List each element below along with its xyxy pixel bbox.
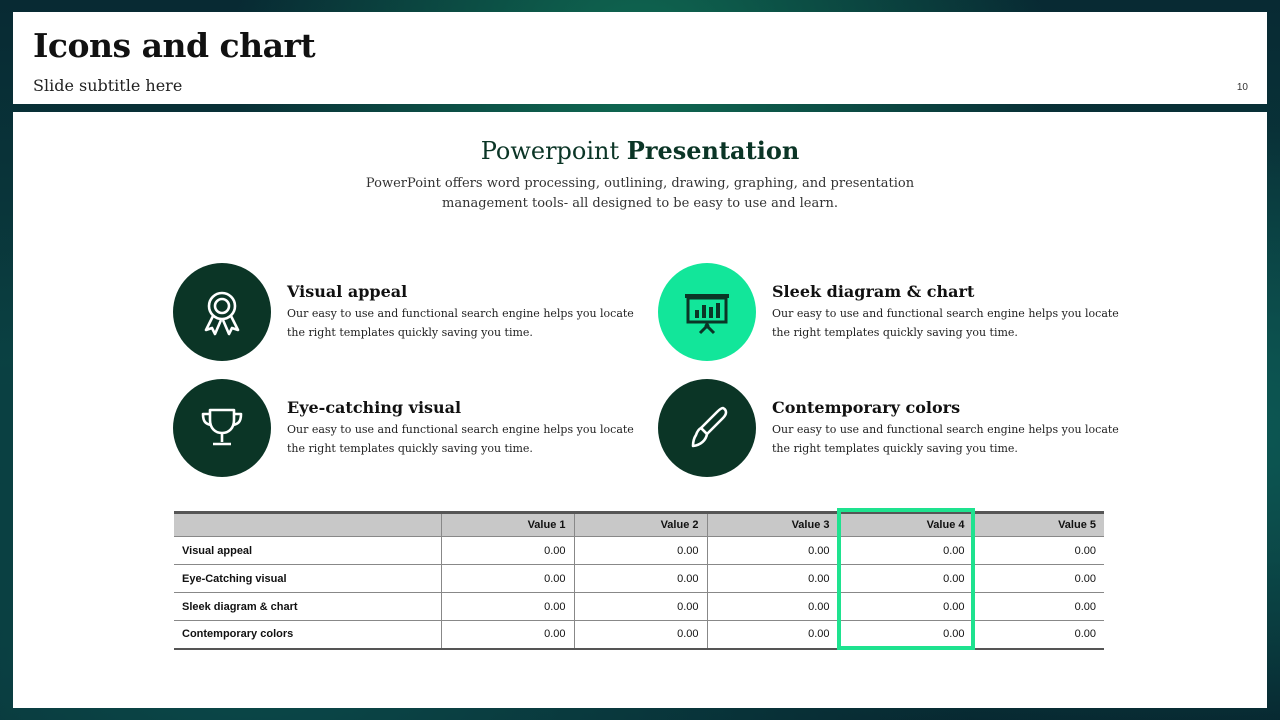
slide-content: Powerpoint Presentation PowerPoint offer…	[13, 112, 1267, 708]
feature-title: Sleek diagram & chart	[772, 282, 975, 301]
feature-title: Eye-catching visual	[287, 398, 462, 417]
table-header-cell: Value 2	[573, 512, 707, 537]
table-header-cell	[174, 512, 441, 537]
table-cell: 0.00	[440, 564, 574, 593]
table-cell: 0.00	[573, 564, 707, 593]
content-title-regular: Powerpoint	[480, 137, 620, 165]
slide-subtitle: Slide subtitle here	[33, 76, 183, 95]
table-cell: 0.00	[573, 592, 707, 621]
paintbrush-icon	[658, 379, 756, 477]
row-label: Eye-Catching visual	[174, 564, 441, 593]
row-label: Visual appeal	[174, 536, 441, 565]
feature-visual-appeal: Visual appeal Our easy to use and functi…	[173, 263, 653, 361]
page-number: 10	[1236, 82, 1248, 93]
table-cell: 0.00	[706, 536, 838, 565]
table-header-cell: Value 5	[972, 512, 1104, 537]
intro-text: PowerPoint offers word processing, outli…	[365, 176, 915, 211]
table-cell: 0.00	[972, 564, 1104, 593]
row-label: Contemporary colors	[174, 620, 441, 649]
table-cell: 0.00	[440, 620, 574, 649]
table-header-cell: Value 3	[706, 512, 838, 537]
value4-column-highlight	[837, 508, 975, 650]
table-cell: 0.00	[440, 592, 574, 621]
slide-title: Icons and chart	[33, 26, 316, 65]
feature-eye-catching: Eye-catching visual Our easy to use and …	[173, 379, 653, 477]
presentation-chart-icon	[658, 263, 756, 361]
feature-description: Our easy to use and functional search en…	[287, 307, 634, 339]
trophy-icon	[173, 379, 271, 477]
table-header-cell: Value 1	[440, 512, 574, 537]
table-cell: 0.00	[706, 592, 838, 621]
table-cell: 0.00	[706, 564, 838, 593]
table-cell: 0.00	[573, 536, 707, 565]
feature-contemporary-colors: Contemporary colors Our easy to use and …	[658, 379, 1138, 477]
table-cell: 0.00	[706, 620, 838, 649]
content-title: Powerpoint Presentation	[13, 136, 1267, 165]
award-ribbon-icon	[173, 263, 271, 361]
table-cell: 0.00	[972, 620, 1104, 649]
row-label: Sleek diagram & chart	[174, 592, 441, 621]
content-title-bold: Presentation	[626, 136, 800, 165]
feature-title: Contemporary colors	[772, 398, 961, 417]
table-cell: 0.00	[972, 536, 1104, 565]
table-cell: 0.00	[440, 536, 574, 565]
table-cell: 0.00	[573, 620, 707, 649]
feature-description: Our easy to use and functional search en…	[772, 423, 1119, 455]
table-cell: 0.00	[972, 592, 1104, 621]
feature-sleek-diagram: Sleek diagram & chart Our easy to use an…	[658, 263, 1138, 361]
feature-description: Our easy to use and functional search en…	[287, 423, 634, 455]
feature-title: Visual appeal	[287, 282, 408, 301]
slide-header: Icons and chart Slide subtitle here 10	[13, 12, 1267, 104]
feature-description: Our easy to use and functional search en…	[772, 307, 1119, 339]
